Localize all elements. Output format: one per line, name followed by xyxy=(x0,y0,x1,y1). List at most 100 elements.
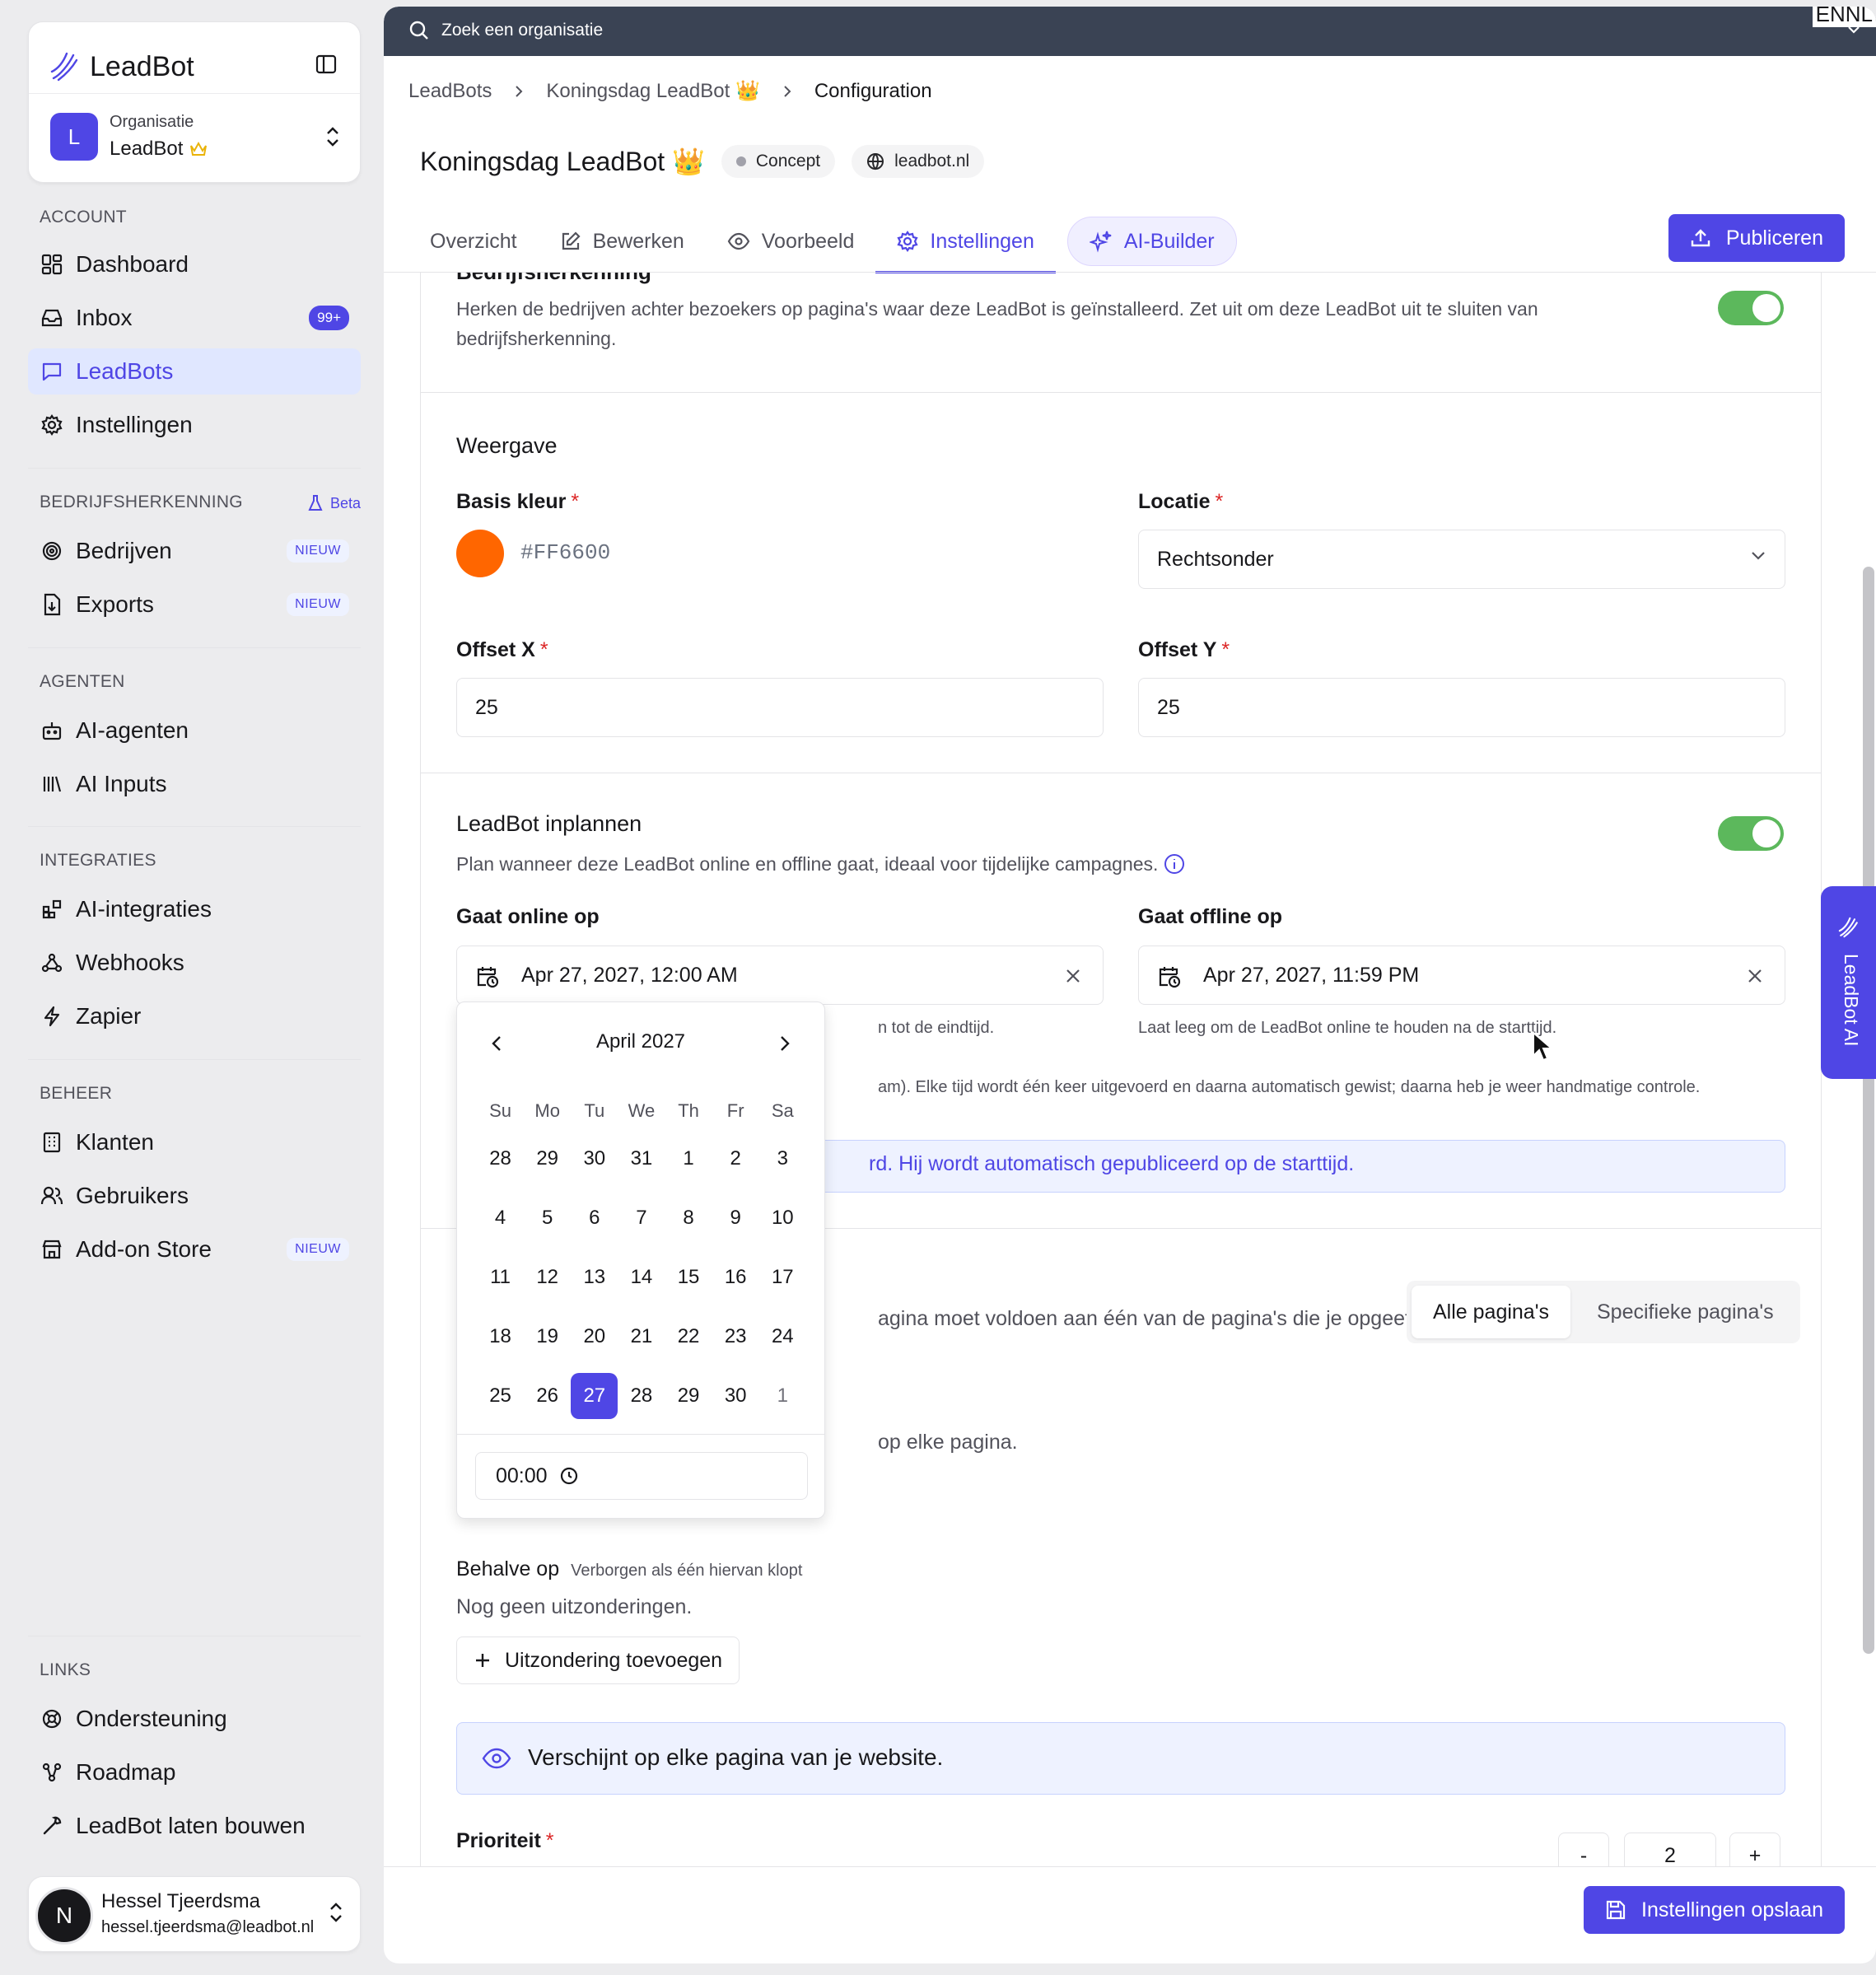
calendar-day[interactable]: 3 xyxy=(759,1136,806,1182)
calendar-day[interactable]: 14 xyxy=(618,1254,665,1300)
chevron-up-down-icon[interactable] xyxy=(327,1900,345,1925)
offset-y-input[interactable]: 25 xyxy=(1138,678,1785,737)
calendar-day[interactable]: 17 xyxy=(759,1254,806,1300)
sidebar-item-inbox[interactable]: Inbox 99+ xyxy=(28,295,361,341)
org-name[interactable]: LeadBot xyxy=(110,138,208,161)
tab-instellingen[interactable]: Instellingen xyxy=(875,212,1057,273)
language-switcher[interactable]: ENNL xyxy=(1812,7,1876,27)
leadbot-ai-side-tab[interactable]: LeadBot AI xyxy=(1821,886,1876,1079)
close-icon[interactable] xyxy=(1747,968,1763,984)
sidebar-item-leadbots[interactable]: LeadBots xyxy=(28,348,361,395)
sidebar-item-gebruikers[interactable]: Gebruikers xyxy=(28,1173,361,1219)
basis-kleur-label: Basis kleur * xyxy=(456,490,580,513)
calendar-day[interactable]: 24 xyxy=(759,1314,806,1360)
close-icon[interactable] xyxy=(1065,968,1081,984)
calendar-day[interactable]: 31 xyxy=(618,1136,665,1182)
sidebar-item-webhooks[interactable]: Webhooks xyxy=(28,940,361,986)
option-specifieke-paginas[interactable]: Specifieke pagina's xyxy=(1575,1286,1795,1338)
weekday-label: Fr xyxy=(726,1100,744,1121)
sidebar-toggle-icon[interactable] xyxy=(315,54,337,75)
tab-bewerken[interactable]: Bewerken xyxy=(539,212,706,270)
chevron-up-down-icon[interactable] xyxy=(324,124,342,149)
calendar-day[interactable]: 20 xyxy=(571,1314,618,1360)
sidebar-item-instellingen[interactable]: Instellingen xyxy=(28,402,361,448)
tab-voorbeeld[interactable]: Voorbeeld xyxy=(706,212,876,270)
sidebar-item-roadmap[interactable]: Roadmap xyxy=(28,1749,361,1795)
calendar-day[interactable]: 12 xyxy=(524,1254,571,1300)
calendar-day[interactable]: 7 xyxy=(618,1195,665,1241)
breadcrumb-leadbots[interactable]: LeadBots xyxy=(408,80,492,103)
color-swatch[interactable] xyxy=(456,530,504,577)
org-avatar[interactable]: L xyxy=(50,113,98,161)
locatie-select[interactable]: Rechtsonder xyxy=(1138,530,1785,589)
calendar-day[interactable]: 22 xyxy=(665,1314,712,1360)
calendar-day[interactable]: 28 xyxy=(618,1373,665,1419)
calendar-day[interactable]: 21 xyxy=(618,1314,665,1360)
calendar-day[interactable]: 2 xyxy=(712,1136,759,1182)
sidebar-item-bedrijven[interactable]: Bedrijven NIEUW xyxy=(28,528,361,574)
calendar-day[interactable]: 11 xyxy=(477,1254,524,1300)
priority-minus-button[interactable]: - xyxy=(1558,1833,1609,1866)
sidebar-item-leadbot-laten-bouwen[interactable]: LeadBot laten bouwen xyxy=(28,1803,361,1849)
save-settings-button[interactable]: Instellingen opslaan xyxy=(1584,1886,1845,1934)
bedrijfsherkenning-toggle[interactable] xyxy=(1718,291,1784,325)
tab-label: Voorbeeld xyxy=(761,229,855,253)
calendar-day[interactable]: 28 xyxy=(477,1136,524,1182)
calendar-day[interactable]: 16 xyxy=(712,1254,759,1300)
offset-x-input[interactable]: 25 xyxy=(456,678,1104,737)
sidebar-item-label: Add-on Store xyxy=(76,1236,212,1262)
scrollbar[interactable] xyxy=(1863,567,1874,1654)
calendar-day[interactable]: 18 xyxy=(477,1314,524,1360)
calendar-day[interactable]: 29 xyxy=(524,1136,571,1182)
calendar-day[interactable]: 4 xyxy=(477,1195,524,1241)
tab-overzicht[interactable]: Overzicht xyxy=(408,212,539,270)
inplannen-toggle[interactable] xyxy=(1718,816,1784,851)
sidebar-item-add-on-store[interactable]: Add-on Store NIEUW xyxy=(28,1226,361,1272)
calendar-day[interactable]: 8 xyxy=(665,1195,712,1241)
sidebar-item-ai-inputs[interactable]: AI Inputs xyxy=(28,761,361,807)
sidebar-item-ai-integraties[interactable]: AI-integraties xyxy=(28,886,361,932)
calendar-day[interactable]: 30 xyxy=(571,1136,618,1182)
calendar-day[interactable]: 6 xyxy=(571,1195,618,1241)
priority-plus-button[interactable]: + xyxy=(1729,1833,1780,1866)
calendar-day[interactable]: 5 xyxy=(524,1195,571,1241)
calendar-day[interactable]: 26 xyxy=(524,1373,571,1419)
publish-button[interactable]: Publiceren xyxy=(1668,214,1845,262)
sidebar-item-ai-agenten[interactable]: AI-agenten xyxy=(28,707,361,754)
calendar-day[interactable]: 19 xyxy=(524,1314,571,1360)
sidebar-item-klanten[interactable]: Klanten xyxy=(28,1119,361,1165)
basis-kleur-value[interactable]: #FF6600 xyxy=(520,540,610,565)
sidebar-item-zapier[interactable]: Zapier xyxy=(28,993,361,1039)
calendar-day[interactable]: 27 xyxy=(571,1373,618,1419)
calendar-day[interactable]: 30 xyxy=(712,1373,759,1419)
calendar-day[interactable]: 29 xyxy=(665,1373,712,1419)
org-search[interactable]: Zoek een organisatie xyxy=(408,20,603,41)
breadcrumb-leadbot[interactable]: Koningsdag LeadBot 👑 xyxy=(546,79,759,103)
calendar-day[interactable]: 1 xyxy=(665,1136,712,1182)
calendar-day[interactable]: 13 xyxy=(571,1254,618,1300)
info-icon[interactable] xyxy=(1163,852,1186,875)
option-alle-paginas[interactable]: Alle pagina's xyxy=(1412,1286,1570,1338)
add-exception-button[interactable]: Uitzondering toevoegen xyxy=(456,1636,740,1684)
calendar-day[interactable]: 15 xyxy=(665,1254,712,1300)
chevron-right-icon[interactable] xyxy=(778,1034,791,1053)
priority-input[interactable]: 2 xyxy=(1624,1833,1716,1866)
sidebar-item-exports[interactable]: Exports NIEUW xyxy=(28,581,361,628)
time-input[interactable]: 00:00 xyxy=(475,1452,808,1500)
calendar-day[interactable]: 10 xyxy=(759,1195,806,1241)
search-input[interactable]: Zoek een organisatie xyxy=(441,21,603,40)
calendar-day[interactable]: 9 xyxy=(712,1195,759,1241)
sidebar-item-ondersteuning[interactable]: Ondersteuning xyxy=(28,1696,361,1742)
offline-datetime-input[interactable]: Apr 27, 2027, 11:59 PM xyxy=(1138,945,1785,1005)
chevron-down-icon[interactable] xyxy=(1846,25,1861,35)
logo[interactable]: LeadBot xyxy=(49,42,194,91)
paginas-info-text: Verschijnt op elke pagina van je website… xyxy=(528,1744,944,1770)
user-menu[interactable]: N Hessel Tjeerdsma hessel.tjeerdsma@lead… xyxy=(28,1876,361,1952)
calendar-day[interactable]: 25 xyxy=(477,1373,524,1419)
calendar-day[interactable]: 1 xyxy=(759,1373,806,1419)
domain-badge[interactable]: leadbot.nl xyxy=(852,145,985,178)
online-datetime-input[interactable]: Apr 27, 2027, 12:00 AM xyxy=(456,945,1104,1005)
calendar-day[interactable]: 23 xyxy=(712,1314,759,1360)
sidebar-item-dashboard[interactable]: Dashboard xyxy=(28,241,361,287)
tab-ai-builder[interactable]: AI-Builder xyxy=(1066,217,1237,266)
